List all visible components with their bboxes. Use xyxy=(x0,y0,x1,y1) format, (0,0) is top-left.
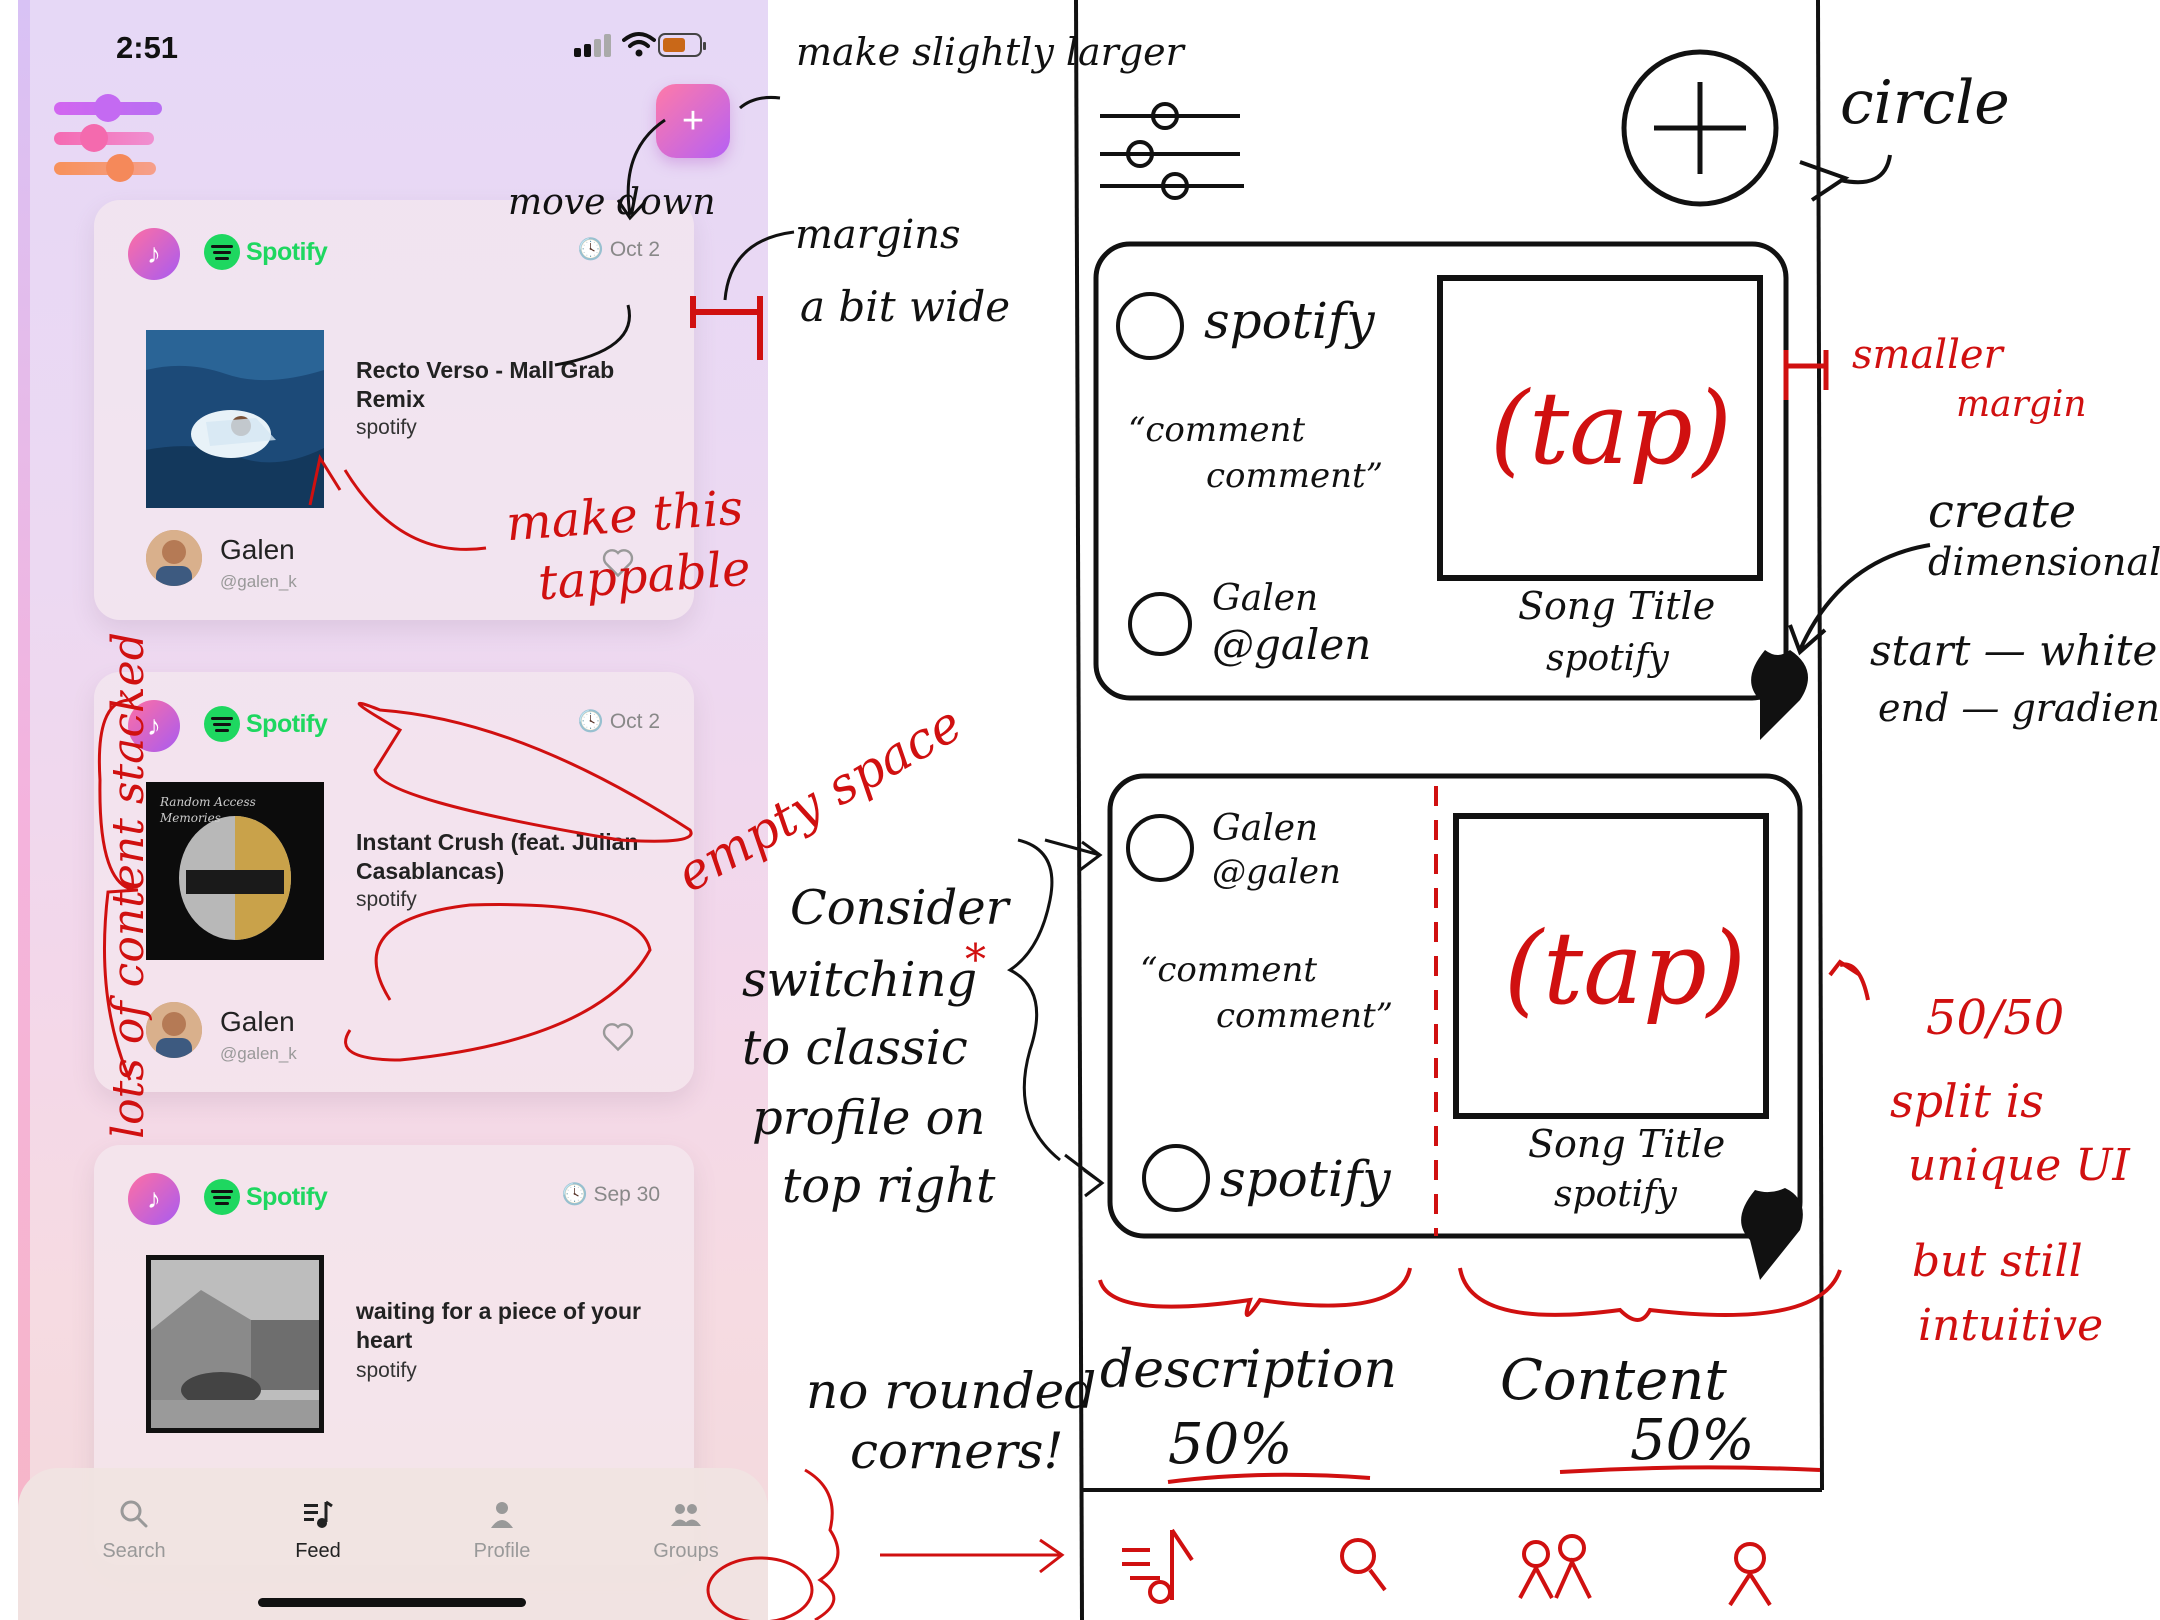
wf-desc-label: description xyxy=(1100,1340,1397,1400)
note-split-4: but still xyxy=(1912,1236,2083,1287)
note-smaller-2: margin xyxy=(1956,384,2087,425)
note-split-2: split is xyxy=(1890,1074,2044,1128)
wf-card2-user-1: Galen xyxy=(1212,808,1319,849)
wf-desc-pct: 50% xyxy=(1168,1412,1293,1477)
note-split-5: intuitive xyxy=(1918,1300,2104,1351)
wf-card2-comment-1: “comment xyxy=(1140,950,1318,990)
wireframe-tab-icons xyxy=(1122,1528,1772,1607)
wf-card1-user-1: Galen xyxy=(1212,578,1319,619)
note-create-2: dimensionality xyxy=(1928,540,2160,584)
wf-card2-song: Song Title xyxy=(1528,1122,1726,1166)
note-circle: circle xyxy=(1840,68,2010,138)
wf-card1-src: spotify xyxy=(1546,638,1669,679)
wf-card2-service: spotify xyxy=(1220,1150,1391,1208)
wf-card1-tap: (tap) xyxy=(1490,370,1732,487)
wf-card1-song: Song Title xyxy=(1518,584,1716,628)
wf-card1-user-2: @galen xyxy=(1212,620,1372,669)
note-create-3: start — white xyxy=(1870,626,2158,675)
wf-card1-service: spotify xyxy=(1204,292,1375,350)
note-split-1: 50/50 xyxy=(1926,990,2065,1046)
wf-content-label: Content xyxy=(1500,1348,1727,1413)
note-create-4: end — gradient xyxy=(1878,686,2160,730)
note-split-3: unique UI xyxy=(1908,1140,2130,1191)
note-create-1: create xyxy=(1928,484,2077,538)
wf-card2-user-2: @galen xyxy=(1212,852,1341,892)
wf-card2-src: spotify xyxy=(1554,1174,1677,1215)
wf-card1-comment-1: “comment xyxy=(1128,410,1306,450)
wf-card1-comment-2: comment” xyxy=(1206,456,1384,496)
note-stacked: lots of content stacked xyxy=(102,632,154,1139)
wf-content-pct: 50% xyxy=(1630,1408,1755,1473)
note-move-down: move down xyxy=(508,182,716,223)
wireframe-sketch xyxy=(1074,0,1931,1620)
wf-card2-tap: (tap) xyxy=(1504,910,1746,1027)
wf-card2-comment-2: comment” xyxy=(1216,996,1394,1036)
note-smaller-1: smaller xyxy=(1852,332,2003,378)
